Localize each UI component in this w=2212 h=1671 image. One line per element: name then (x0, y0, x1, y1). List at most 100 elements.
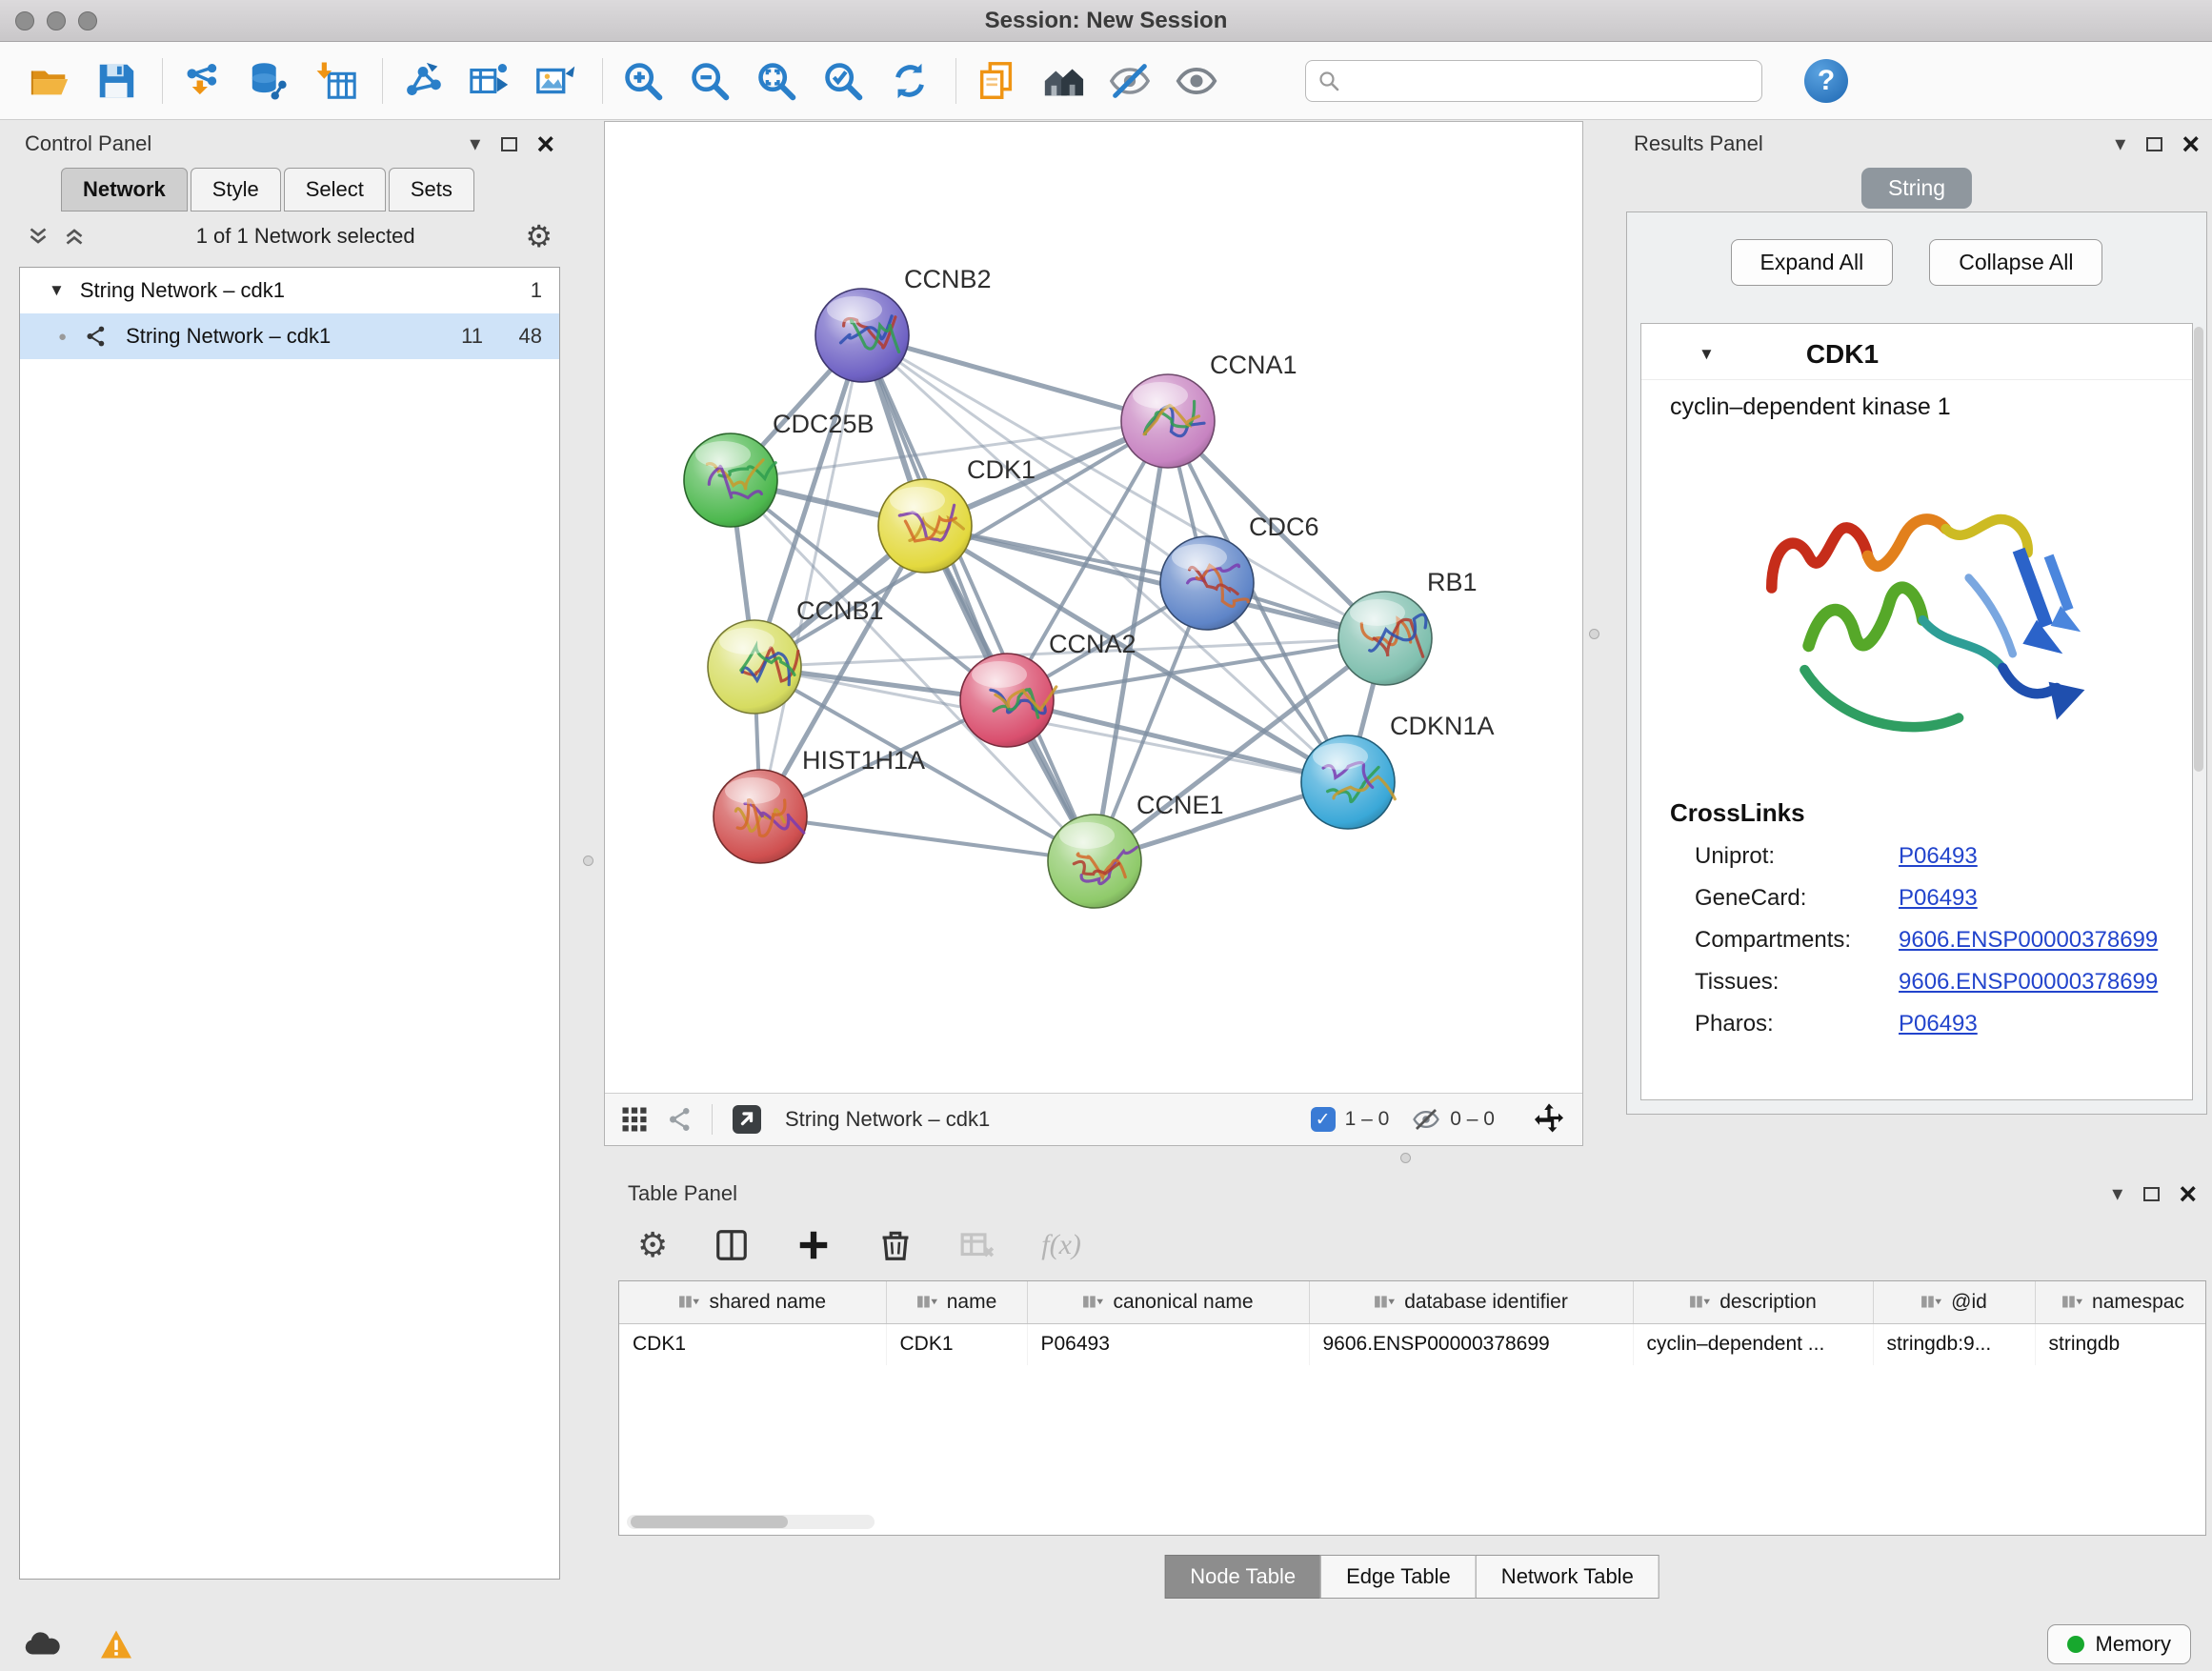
zoom-fit-button[interactable] (752, 56, 801, 106)
table-cell[interactable]: cyclin–dependent ... (1633, 1323, 1873, 1365)
add-column-plus-icon[interactable] (795, 1227, 832, 1263)
eye-slash-icon (1108, 59, 1152, 103)
protein-card-header[interactable]: ▼ CDK1 (1641, 324, 2192, 380)
column-header[interactable]: namespac (2035, 1281, 2206, 1323)
search-input[interactable] (1348, 70, 1750, 92)
expand-all-icon[interactable] (63, 225, 86, 248)
save-session-button[interactable] (91, 56, 141, 106)
table-cell[interactable]: stringdb (2035, 1323, 2206, 1365)
import-network-from-database-button[interactable] (245, 56, 294, 106)
network-row-selected[interactable]: ● String Network – cdk1 11 48 (20, 313, 559, 359)
open-session-button[interactable] (25, 56, 74, 106)
main-toolbar: ? (0, 42, 2212, 120)
clone-network-button[interactable] (972, 56, 1021, 106)
table-cell[interactable]: P06493 (1027, 1323, 1309, 1365)
zoom-selected-button[interactable] (818, 56, 868, 106)
gear-icon[interactable]: ⚙ (525, 221, 553, 252)
zoom-out-button[interactable] (685, 56, 734, 106)
move-crosshair-icon[interactable] (1531, 1101, 1567, 1137)
crosslink-link[interactable]: P06493 (1899, 1011, 1978, 1037)
crosslink-label: Uniprot: (1641, 843, 1899, 870)
cloud-icon[interactable] (21, 1630, 61, 1659)
crosslink-link[interactable]: 9606.ENSP00000378699 (1899, 927, 2158, 954)
panel-menu-icon[interactable]: ▾ (470, 131, 480, 156)
birds-eye-grid-icon[interactable] (620, 1105, 649, 1134)
panel-float-icon[interactable] (2143, 1187, 2160, 1201)
zoom-fit-icon (754, 59, 798, 103)
table-cell[interactable]: 9606.ENSP00000378699 (1309, 1323, 1633, 1365)
splitter-handle[interactable] (1589, 629, 1599, 639)
tab-network[interactable]: Network (61, 168, 188, 211)
tab-sets[interactable]: Sets (389, 168, 474, 211)
column-header[interactable]: @id (1873, 1281, 2035, 1323)
panel-close-icon[interactable]: × (536, 129, 554, 159)
string-network-graph[interactable]: CCNB2CCNA1CDC25BCDK1CDC6RB1CCNB1CCNA2CDK… (605, 122, 1582, 1093)
delete-column-trash-icon[interactable] (877, 1227, 914, 1263)
crosslink-link[interactable]: 9606.ENSP00000378699 (1899, 969, 2158, 996)
tab-string[interactable]: String (1861, 168, 1972, 209)
edge-CCNB2-CCNE1[interactable] (862, 335, 1095, 861)
collapse-triangle-icon[interactable]: ▼ (1699, 345, 1715, 364)
hide-panels-button[interactable] (1105, 56, 1155, 106)
node-label-CDC6: CDC6 (1249, 513, 1319, 541)
panel-float-icon[interactable] (2146, 137, 2162, 151)
add-table-to-network-button[interactable] (465, 56, 514, 106)
network-canvas[interactable]: CCNB2CCNA1CDC25BCDK1CDC6RB1CCNB1CCNA2CDK… (605, 122, 1582, 1093)
crosslink-link[interactable]: P06493 (1899, 885, 1978, 912)
hidden-eye-slash-icon[interactable] (1412, 1105, 1440, 1134)
control-panel-tabs: NetworkStyleSelectSets (13, 164, 566, 211)
tab-network-table[interactable]: Network Table (1476, 1555, 1659, 1599)
selected-checkbox-icon[interactable]: ✓ (1311, 1107, 1336, 1132)
collapse-all-icon[interactable] (27, 225, 50, 248)
share-network-icon[interactable] (666, 1105, 694, 1134)
crosslink-link[interactable]: P06493 (1899, 843, 1978, 870)
tab-edge-table[interactable]: Edge Table (1320, 1555, 1477, 1599)
splitter-handle[interactable] (583, 856, 593, 866)
panel-float-icon[interactable] (501, 137, 517, 151)
open-in-new-icon[interactable] (730, 1102, 764, 1137)
warning-icon[interactable] (99, 1629, 133, 1660)
table-cell[interactable]: CDK1 (886, 1323, 1027, 1365)
import-table-from-file-button[interactable] (312, 56, 361, 106)
show-columns-icon[interactable] (714, 1227, 750, 1263)
collapse-triangle-icon[interactable]: ▼ (49, 281, 65, 300)
tab-style[interactable]: Style (191, 168, 281, 211)
export-image-button[interactable] (532, 56, 581, 106)
network-selection-summary: 1 of 1 Network selected (99, 224, 512, 249)
control-panel-titlebar: Control Panel ▾ × (13, 124, 566, 164)
panel-menu-icon[interactable]: ▾ (2115, 131, 2125, 156)
table-cell[interactable]: CDK1 (619, 1323, 886, 1365)
splitter-handle[interactable] (1400, 1153, 1411, 1163)
edge-CDK1-RB1[interactable] (925, 526, 1385, 638)
column-header[interactable]: name (886, 1281, 1027, 1323)
memory-button[interactable]: Memory (2047, 1624, 2191, 1664)
column-header[interactable]: database identifier (1309, 1281, 1633, 1323)
panel-close-icon[interactable]: × (2179, 1178, 2197, 1209)
help-button[interactable]: ? (1804, 59, 1848, 103)
expand-all-button[interactable]: Expand All (1731, 239, 1894, 286)
column-header-label: @id (1951, 1291, 1987, 1314)
protein-description: cyclin–dependent kinase 1 (1641, 380, 2192, 421)
collapse-all-button[interactable]: Collapse All (1929, 239, 2102, 286)
column-header[interactable]: canonical name (1027, 1281, 1309, 1323)
panel-menu-icon[interactable]: ▾ (2112, 1181, 2122, 1206)
new-network-button[interactable] (398, 56, 448, 106)
zoom-in-button[interactable] (618, 56, 668, 106)
tab-select[interactable]: Select (284, 168, 386, 211)
panel-close-icon[interactable]: × (2182, 129, 2200, 159)
table-settings-gear-icon[interactable]: ⚙ (637, 1228, 668, 1262)
column-header[interactable]: description (1633, 1281, 1873, 1323)
table-row[interactable]: CDK1CDK1P064939606.ENSP00000378699cyclin… (619, 1323, 2206, 1365)
tab-node-table[interactable]: Node Table (1164, 1555, 1321, 1599)
results-scrollbar[interactable] (2194, 327, 2203, 1095)
show-panels-button[interactable] (1172, 56, 1221, 106)
show-home-button[interactable] (1038, 56, 1088, 106)
column-header[interactable]: shared name (619, 1281, 886, 1323)
edge-CCNB2-HIST1H1A[interactable] (760, 335, 862, 816)
import-network-from-file-button[interactable] (178, 56, 228, 106)
apply-layout-button[interactable] (885, 56, 935, 106)
network-collection-row[interactable]: ▼ String Network – cdk1 1 (20, 268, 559, 313)
edge-HIST1H1A-CCNE1[interactable] (760, 816, 1095, 861)
table-horizontal-scrollbar[interactable] (627, 1515, 875, 1529)
table-cell[interactable]: stringdb:9... (1873, 1323, 2035, 1365)
